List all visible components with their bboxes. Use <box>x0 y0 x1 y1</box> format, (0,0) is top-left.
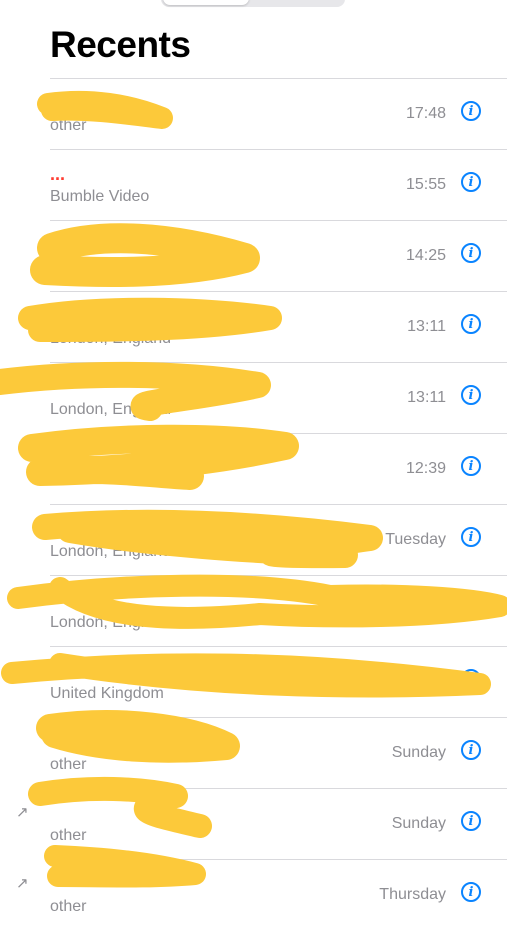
call-subtitle: London, England <box>50 330 171 347</box>
call-time: Tuesday <box>385 602 446 619</box>
call-subtitle: other <box>50 827 87 844</box>
recent-call-row[interactable]: United Kingdom i <box>50 646 507 717</box>
info-circle-icon[interactable]: i <box>461 669 481 689</box>
call-subtitle: London, England <box>50 614 171 631</box>
call-time: 15:55 <box>405 176 446 193</box>
info-circle-icon[interactable]: i <box>461 243 481 263</box>
recent-call-row[interactable]: 14:25 i <box>50 220 507 291</box>
caller-name: ... <box>50 164 66 184</box>
info-circle-icon[interactable]: i <box>461 882 481 902</box>
info-circle-icon[interactable]: i <box>461 456 481 476</box>
call-subtitle: other <box>50 898 87 915</box>
recent-call-row[interactable]: other 17:48 i <box>50 78 507 149</box>
info-circle-icon[interactable]: i <box>461 314 481 334</box>
recents-list: other 17:48 i... Bumble Video 15:55 i 14:25 i Lo… <box>0 78 507 930</box>
info-circle-icon[interactable]: i <box>461 527 481 547</box>
recent-call-row[interactable]: London, England 13:11 i <box>50 291 507 362</box>
call-subtitle: other <box>50 756 87 773</box>
recent-call-row[interactable]: ... Bumble Video 15:55 i <box>50 149 507 220</box>
info-circle-icon[interactable]: i <box>461 740 481 760</box>
call-time: 13:11 <box>407 389 446 406</box>
info-circle-icon[interactable]: i <box>461 101 481 121</box>
call-time: Sunday <box>391 815 446 832</box>
info-circle-icon[interactable]: i <box>461 811 481 831</box>
call-subtitle: United Kingdom <box>50 685 164 702</box>
page-title: Recents <box>50 24 191 65</box>
call-time: 12:39 <box>405 460 446 477</box>
recent-call-row[interactable]: 12:39 i <box>50 433 507 504</box>
call-time: 17:48 <box>405 105 446 122</box>
recent-call-row[interactable]: other Sunday i <box>50 717 507 788</box>
info-circle-icon[interactable]: i <box>461 172 481 192</box>
info-circle-icon[interactable]: i <box>461 598 481 618</box>
outgoing-call-icon: ↗ <box>16 875 29 892</box>
call-time: Tuesday <box>385 531 446 548</box>
recent-call-row[interactable]: London, England 13:11 i <box>50 362 507 433</box>
call-subtitle: other <box>50 117 87 134</box>
recent-call-row[interactable]: London, England Tuesday i <box>50 575 507 646</box>
outgoing-call-icon: ↗ <box>16 804 29 821</box>
info-circle-icon[interactable]: i <box>461 385 481 405</box>
recent-call-row[interactable]: ↗ other Thursday i <box>16 859 507 930</box>
call-subtitle: London, England <box>50 543 171 560</box>
recent-call-row[interactable]: ↗ other Sunday i <box>16 788 507 859</box>
call-time: Sunday <box>391 744 446 761</box>
call-time: 13:11 <box>407 318 446 335</box>
recent-call-row[interactable]: London, England Tuesday i <box>50 504 507 575</box>
call-subtitle: London, England <box>50 401 171 418</box>
call-subtitle: Bumble Video <box>50 188 150 205</box>
call-time: 14:25 <box>405 247 446 264</box>
call-time: Thursday <box>379 886 446 903</box>
segment-all[interactable] <box>163 0 249 5</box>
